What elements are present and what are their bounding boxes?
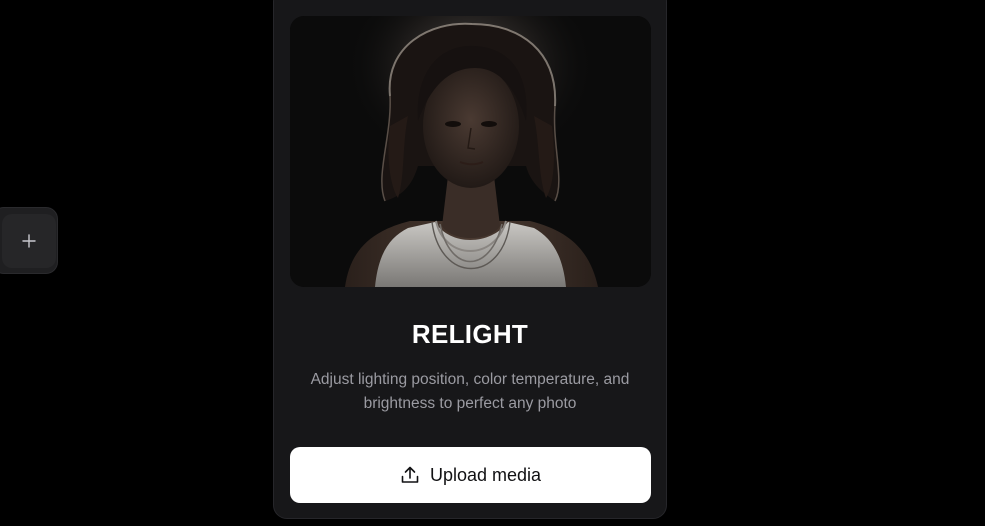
add-button-inner [2,213,56,268]
tool-title: RELIGHT [411,319,529,349]
preview-image [290,16,651,287]
upload-media-button[interactable]: Upload media [290,447,651,503]
upload-media-label: Upload media [429,464,542,485]
page: RELIGHT Adjust lighting position, color … [0,0,985,526]
tool-card: RELIGHT Adjust lighting position, color … [273,0,667,519]
tool-description: Adjust lighting position, color temperat… [310,371,630,412]
upload-icon [401,466,419,483]
portrait-image [290,16,651,287]
add-button[interactable] [0,207,58,274]
plus-icon [22,233,36,248]
